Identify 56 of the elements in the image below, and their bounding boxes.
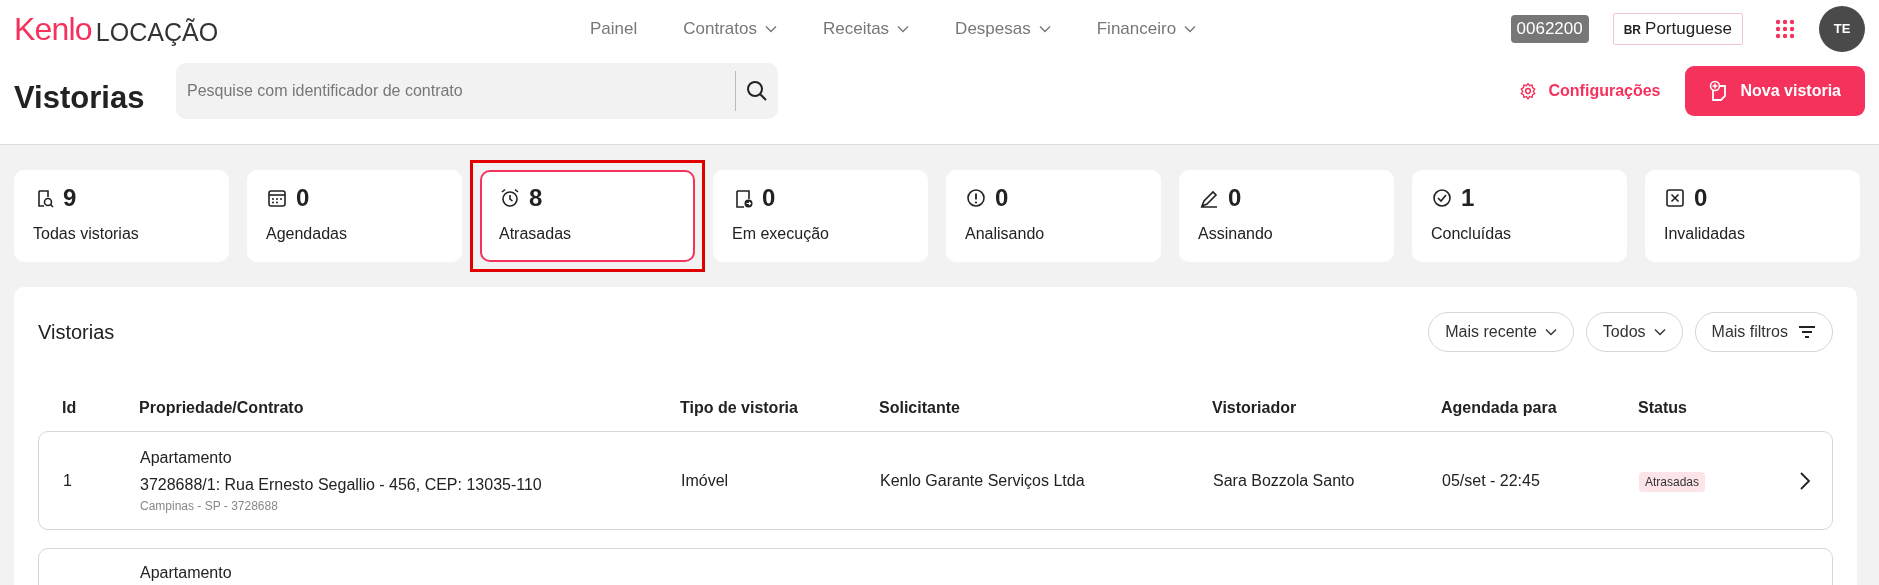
table-cell-text: Kenlo Garante Serviços Ltda (880, 470, 1086, 491)
property-location: Campinas - SP - 3728688 (140, 498, 279, 515)
nav-link[interactable]: Contratos (683, 16, 777, 42)
table-cell-text: Sara Bozzola Santo (1213, 470, 1356, 491)
property-type: Apartamento (140, 563, 233, 583)
alarm-clock-icon (499, 187, 521, 209)
page-title: Vistorias (14, 79, 146, 117)
table-cell-text: 05/set - 22:45 (1442, 470, 1541, 491)
account-code-badge: 0062200 (1510, 15, 1589, 43)
status-filter-card[interactable]: 1 Concluídas (1412, 170, 1627, 262)
settings-icon (1518, 82, 1537, 101)
product-name: LOCAÇÃO (95, 20, 219, 45)
alert-circle-icon (965, 187, 987, 209)
column-header: Solicitante (879, 398, 961, 418)
table-cell-text: 1 (63, 470, 73, 491)
status-filter-card[interactable]: 0 Invalidadas (1645, 170, 1860, 262)
chevron-down-icon (1653, 328, 1666, 336)
new-inspection-button[interactable]: Nova vistoria (1684, 66, 1865, 117)
column-header: Status (1638, 398, 1688, 418)
settings-link[interactable]: Configurações (1518, 79, 1661, 104)
filter-icon (1798, 325, 1816, 339)
chevron-down-icon (1544, 328, 1557, 336)
status-filter-card[interactable]: 0 Em execução (713, 170, 928, 262)
column-header: Tipo de vistoria (680, 398, 799, 418)
nav-link[interactable]: Receitas (822, 16, 910, 42)
check-circle-icon (1431, 187, 1453, 209)
property-type: Apartamento (140, 448, 233, 468)
nav-link[interactable]: Financeiro (1096, 16, 1197, 42)
search-icon (746, 80, 768, 103)
nav-link[interactable]: Despesas (955, 16, 1051, 42)
brand-logo[interactable]: Kenlo (14, 13, 92, 45)
apps-grid-icon[interactable] (1775, 19, 1795, 39)
calendar-icon (266, 187, 288, 209)
status-filter-card[interactable]: 0 Analisando (946, 170, 1161, 262)
table-cell-text: Imóvel (681, 470, 730, 491)
list-title: Vistorias (38, 320, 115, 345)
property-address: 3728688/1: Rua Ernesto Segallio - 456, CEP: 13035-110 (140, 475, 543, 495)
inspection-row[interactable]: Apartamento (38, 548, 1833, 585)
x-square-icon (1664, 187, 1686, 209)
column-header: Propriedade/Contrato (139, 398, 305, 418)
language-selector[interactable]: BR Portuguese (1612, 13, 1743, 45)
document-add-icon (1708, 80, 1729, 103)
status-badge: Atrasadas (1639, 471, 1706, 492)
search-button[interactable] (735, 63, 778, 120)
column-header: Agendada para (1441, 398, 1558, 418)
search-field[interactable]: Pesquise com identificador de contrato (176, 63, 735, 120)
column-header: Vistoriador (1212, 398, 1298, 418)
inspection-row[interactable]: 1 Apartamento 3728688/1: Rua Ernesto Segallio - 456, CEP: 13035-110 Campinas - SP - 3728688 Imóvel Kenlo Garante Serviços Ltda Sara Bozzola Santo 05/set - 22:45 Atrasadas (38, 431, 1833, 530)
status-filter-card[interactable]: 0 Assinando (1179, 170, 1394, 262)
status-filter-card[interactable]: 0 Agendadas (247, 170, 462, 262)
nav-link[interactable]: Painel (590, 16, 638, 42)
chevron-right-icon[interactable] (1799, 470, 1811, 491)
column-header: Id (62, 398, 78, 418)
user-avatar[interactable]: TE (1819, 6, 1865, 52)
status-filter-card[interactable]: 9 Todas vistorias (14, 170, 229, 262)
status-filter-card[interactable]: 8 Atrasadas (480, 170, 695, 262)
